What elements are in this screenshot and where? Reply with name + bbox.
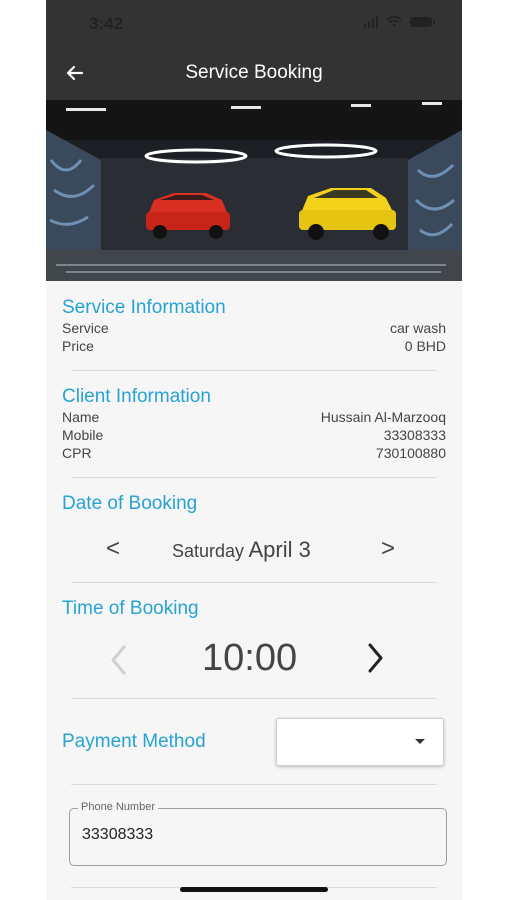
date-selector: < Saturday April 3 > (106, 535, 406, 567)
client-cpr-value: 730100880 (375, 445, 446, 461)
phone-number-value: 33308333 (82, 826, 154, 843)
date-booking-title: Date of Booking (62, 493, 198, 514)
phone-number-label: Phone Number (78, 801, 158, 813)
status-icons (364, 16, 435, 28)
home-indicator (180, 887, 328, 892)
date-day: Saturday (172, 541, 245, 561)
time-next-chevron-icon[interactable] (364, 641, 386, 675)
divider (71, 582, 437, 583)
service-info-title: Service Information (62, 297, 226, 318)
app-bar: Service Booking (46, 48, 462, 100)
app-screen: 3:42 Service Booking Service Information… (46, 0, 462, 900)
payment-method-label: Payment Method (62, 731, 206, 752)
client-mobile-value: 33308333 (383, 427, 446, 443)
status-time: 3:42 (89, 14, 124, 33)
client-name-label: Name (62, 409, 100, 425)
divider (71, 784, 437, 785)
client-mobile-row: Mobile 33308333 (62, 427, 446, 443)
status-bar: 3:42 (46, 0, 462, 48)
price-value: 0 BHD (404, 338, 446, 354)
price-label: Price (62, 338, 94, 354)
payment-method-dropdown[interactable] (276, 718, 444, 766)
client-mobile-label: Mobile (62, 427, 104, 443)
client-name-value: Hussain Al-Marzooq (320, 409, 446, 425)
page-title: Service Booking (185, 62, 323, 83)
signal-icon (364, 16, 378, 28)
date-month-day: April 3 (248, 537, 311, 562)
client-cpr-row: CPR 730100880 (62, 445, 446, 461)
wifi-icon (386, 16, 402, 27)
garage-cars-image (46, 100, 462, 281)
date-prev-button[interactable]: < (106, 535, 120, 563)
phone-number-field[interactable]: Phone Number 33308333 (69, 801, 447, 866)
client-info-title: Client Information (62, 386, 211, 407)
divider (71, 698, 437, 699)
client-cpr-label: CPR (62, 445, 92, 461)
divider (71, 370, 437, 371)
service-row: Service car wash (62, 320, 446, 336)
date-display: Saturday April 3 (172, 537, 311, 563)
divider (71, 477, 437, 478)
battery-icon (410, 17, 435, 27)
time-booking-title: Time of Booking (62, 598, 199, 619)
date-next-button[interactable]: > (381, 535, 395, 563)
time-prev-chevron-icon[interactable] (108, 643, 130, 677)
time-value: 10:00 (202, 637, 298, 679)
client-name-row: Name Hussain Al-Marzooq (62, 409, 446, 425)
service-label: Service (62, 320, 109, 336)
dropdown-arrow-icon (415, 739, 425, 744)
price-row: Price 0 BHD (62, 338, 446, 354)
service-value: car wash (389, 320, 446, 336)
